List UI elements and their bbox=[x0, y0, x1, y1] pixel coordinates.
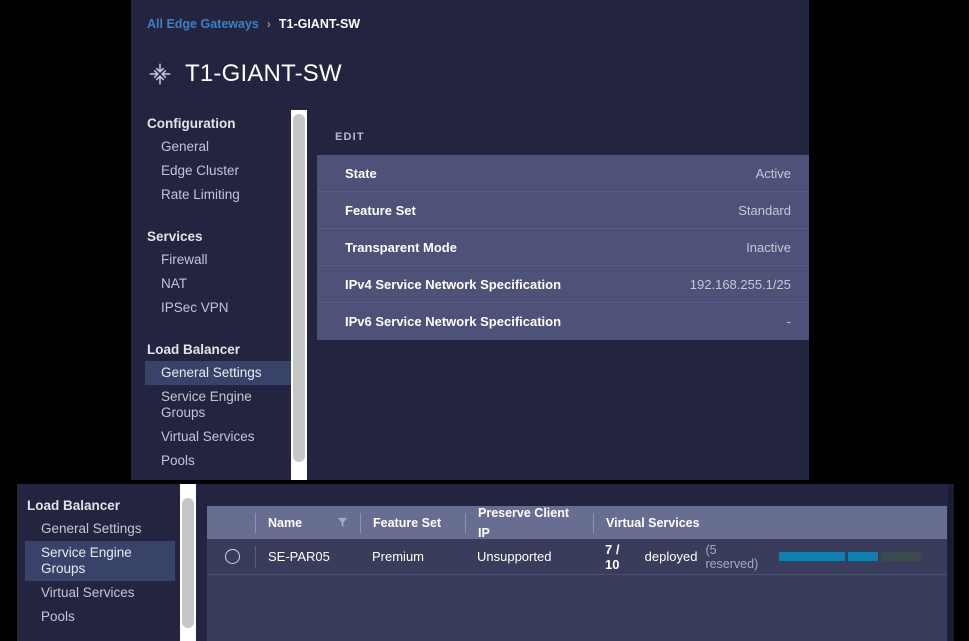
sidebar-item-virtual-services-bottom[interactable]: Virtual Services bbox=[25, 581, 175, 605]
table-row[interactable]: SE-PAR05 Premium Unsupported 7 / 10 depl… bbox=[207, 539, 947, 575]
nav-scrollbar[interactable] bbox=[291, 110, 307, 480]
sidebar-item-rate-limiting[interactable]: Rate Limiting bbox=[145, 183, 291, 207]
breadcrumb-link-all-edge-gateways[interactable]: All Edge Gateways bbox=[147, 17, 259, 31]
sidebar-item-ipsec-vpn[interactable]: IPSec VPN bbox=[145, 296, 291, 320]
detail-row-state: State Active bbox=[317, 155, 809, 192]
cell-feature-set: Premium bbox=[372, 549, 425, 564]
table-header-preserve-client-ip[interactable]: Preserve Client IP bbox=[465, 506, 593, 540]
cell-virtual-services: 7 / 10 deployed (5 reserved) bbox=[593, 542, 947, 572]
detail-key: IPv4 Service Network Specification bbox=[345, 276, 562, 292]
service-engine-groups-table: Name Feature Set Preserve Client IP Virt… bbox=[207, 506, 947, 641]
table-header-virtual-services[interactable]: Virtual Services bbox=[593, 512, 947, 533]
sidebar-item-pools-bottom[interactable]: Pools bbox=[25, 605, 175, 629]
breadcrumb-separator-icon: › bbox=[266, 17, 271, 31]
sidebar-group-services: Services bbox=[147, 229, 203, 244]
detail-key: IPv6 Service Network Specification bbox=[345, 314, 562, 329]
sidebar-nav-bottom: Load Balancer General Settings Service E… bbox=[25, 494, 175, 629]
detail-rows: State Active Feature Set Standard Transp… bbox=[317, 155, 809, 340]
nav-scrollbar-bottom[interactable] bbox=[180, 484, 196, 641]
usage-bar-remaining-segment bbox=[881, 552, 921, 561]
sidebar-item-pools[interactable]: Pools bbox=[145, 449, 291, 473]
screen: All Edge Gateways › T1-GIANT-SW T1-GIANT… bbox=[0, 0, 969, 641]
sidebar-group-load-balancer: Load Balancer bbox=[147, 342, 241, 357]
sidebar-item-nat[interactable]: NAT bbox=[145, 272, 291, 296]
detail-row-ipv6-service-network: IPv6 Service Network Specification - bbox=[317, 303, 809, 340]
detail-value: Standard bbox=[738, 202, 791, 218]
detail-row-ipv4-service-network: IPv4 Service Network Specification 192.1… bbox=[317, 266, 809, 303]
row-select-cell[interactable] bbox=[207, 546, 255, 568]
service-engine-groups-panel: Load Balancer General Settings Service E… bbox=[17, 484, 954, 641]
detail-value: Inactive bbox=[746, 239, 791, 255]
four-direction-arrows-icon bbox=[147, 61, 173, 87]
radio-button[interactable] bbox=[225, 549, 240, 564]
cell-preserve-client-ip: Unsupported bbox=[477, 549, 552, 564]
filter-funnel-icon[interactable] bbox=[337, 517, 348, 528]
sidebar-nav: Configuration General Edge Cluster Rate … bbox=[145, 112, 291, 473]
detail-value: Active bbox=[755, 165, 791, 181]
edit-button[interactable]: EDIT bbox=[317, 125, 809, 155]
usage-bar-reserved-segment bbox=[848, 552, 878, 561]
sidebar-item-general-settings-bottom[interactable]: General Settings bbox=[25, 517, 175, 541]
virtual-services-reserved: (5 reserved) bbox=[705, 542, 759, 571]
nav-scrollbar-thumb-bottom[interactable] bbox=[182, 498, 194, 628]
nav-scrollbar-thumb[interactable] bbox=[293, 114, 305, 462]
sidebar-item-firewall[interactable]: Firewall bbox=[145, 248, 291, 272]
table-header-name[interactable]: Name bbox=[255, 512, 360, 533]
usage-bar-deployed-segment bbox=[779, 552, 845, 561]
edge-gateway-detail-panel: All Edge Gateways › T1-GIANT-SW T1-GIANT… bbox=[131, 0, 809, 480]
table-header-feature-set[interactable]: Feature Set bbox=[360, 512, 465, 533]
virtual-services-count: 7 / 10 bbox=[605, 541, 620, 572]
general-settings-card: EDIT State Active Feature Set Standard T… bbox=[317, 125, 809, 340]
detail-key: Transparent Mode bbox=[345, 239, 457, 255]
sidebar-item-service-engine-groups[interactable]: Service Engine Groups bbox=[145, 385, 291, 425]
sidebar-item-general-settings[interactable]: General Settings bbox=[145, 361, 291, 385]
detail-value: 192.168.255.1/25 bbox=[689, 276, 791, 292]
sidebar-item-virtual-services[interactable]: Virtual Services bbox=[145, 425, 291, 449]
sidebar-item-edge-cluster[interactable]: Edge Cluster bbox=[145, 159, 291, 183]
cell-name: SE-PAR05 bbox=[255, 545, 360, 568]
sidebar-group-load-balancer-bottom: Load Balancer bbox=[27, 498, 121, 513]
detail-key: State bbox=[345, 165, 377, 181]
table-header-select bbox=[207, 513, 255, 533]
detail-row-feature-set: Feature Set Standard bbox=[317, 192, 809, 229]
page-title-row: T1-GIANT-SW bbox=[147, 60, 342, 88]
sidebar-group-configuration: Configuration bbox=[147, 116, 236, 131]
detail-value: - bbox=[786, 314, 791, 329]
sidebar-item-service-engine-groups-bottom[interactable]: Service Engine Groups bbox=[25, 541, 175, 581]
sidebar-item-general[interactable]: General bbox=[145, 135, 291, 159]
table-body-empty-area bbox=[207, 575, 947, 637]
table-header-row: Name Feature Set Preserve Client IP Virt… bbox=[207, 506, 947, 540]
detail-key: Feature Set bbox=[345, 202, 416, 218]
virtual-services-status: deployed bbox=[644, 549, 698, 564]
breadcrumb-current: T1-GIANT-SW bbox=[278, 17, 361, 31]
breadcrumb: All Edge Gateways › T1-GIANT-SW bbox=[147, 17, 360, 31]
virtual-services-usage-bar bbox=[779, 552, 921, 561]
table-header-name-label: Name bbox=[268, 515, 303, 530]
detail-row-transparent-mode: Transparent Mode Inactive bbox=[317, 229, 809, 266]
page-title: T1-GIANT-SW bbox=[185, 60, 342, 87]
